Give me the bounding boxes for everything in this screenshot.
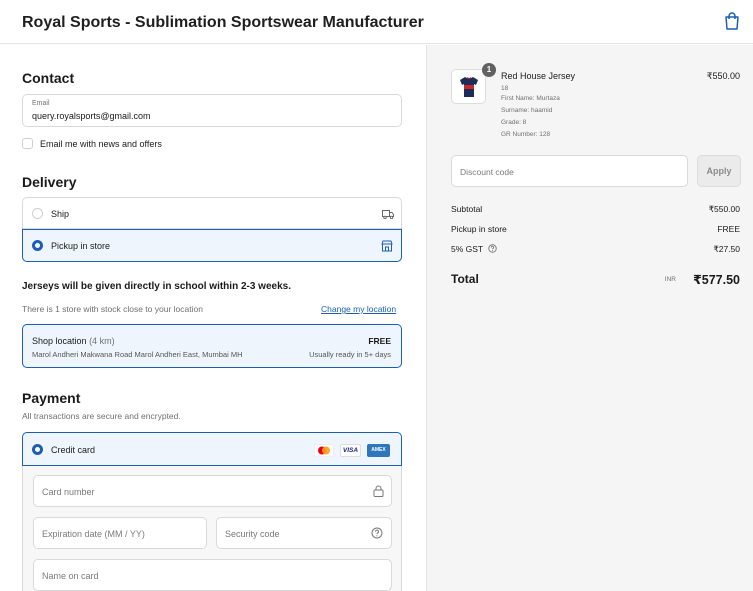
- email-value: query.royalsports@gmail.com: [32, 111, 151, 121]
- jersey-image: [460, 77, 478, 97]
- shop-location-card[interactable]: Shop location (4 km) Marol Andheri Makwa…: [22, 324, 402, 368]
- tax-value: ₹27.50: [713, 244, 740, 254]
- apply-discount-button[interactable]: Apply: [697, 155, 741, 187]
- pickup-cost-label: Pickup in store: [451, 224, 507, 234]
- currency-code: INR: [664, 276, 676, 283]
- payment-subheading: All transactions are secure and encrypte…: [22, 411, 181, 421]
- shop-name: Shop location: [32, 336, 87, 346]
- change-location-link[interactable]: Change my location: [321, 304, 396, 314]
- ship-option[interactable]: Ship: [22, 197, 402, 229]
- credit-card-option[interactable]: Credit card VISA AMEX: [22, 432, 402, 466]
- email-field[interactable]: Email query.royalsports@gmail.com: [22, 94, 402, 127]
- help-circle-icon[interactable]: [371, 527, 383, 539]
- total-label: Total: [451, 272, 479, 286]
- card-number-placeholder: Card number: [42, 487, 95, 497]
- card-form-panel: Card number Expiration date (MM / YY) Se…: [22, 466, 402, 591]
- delivery-note: Jerseys will be given directly in school…: [22, 281, 291, 292]
- discount-code-placeholder: Discount code: [460, 167, 514, 177]
- subtotal-label: Subtotal: [451, 204, 483, 214]
- credit-card-radio[interactable]: [32, 444, 43, 455]
- pickup-option[interactable]: Pickup in store: [22, 229, 402, 262]
- pickup-cost-value: FREE: [717, 224, 740, 234]
- lock-icon: [373, 485, 384, 497]
- security-code-input[interactable]: Security code: [216, 517, 392, 549]
- newsletter-label: Email me with news and offers: [40, 139, 162, 149]
- bag-icon[interactable]: [724, 12, 740, 30]
- ship-label: Ship: [51, 209, 70, 219]
- card-number-input[interactable]: Card number: [33, 475, 392, 507]
- shop-ready-time: Usually ready in 5+ days: [309, 350, 391, 359]
- newsletter-checkbox[interactable]: [22, 138, 33, 149]
- pickup-radio[interactable]: [32, 240, 43, 251]
- security-code-placeholder: Security code: [225, 529, 280, 539]
- store-count-text: There is 1 store with stock close to you…: [22, 304, 203, 314]
- store-title[interactable]: Royal Sports - Sublimation Sportswear Ma…: [22, 14, 424, 32]
- info-icon[interactable]: [488, 244, 497, 253]
- item-quantity-badge: 1: [482, 63, 496, 77]
- item-prop: First Name: Murtaza: [501, 95, 560, 102]
- item-price: ₹550.00: [706, 71, 740, 81]
- shop-address: Marol Andheri Makwana Road Marol Andheri…: [32, 350, 243, 359]
- item-prop: Grade: 8: [501, 119, 527, 126]
- payment-heading: Payment: [22, 390, 81, 406]
- product-thumbnail: [451, 69, 486, 104]
- item-prop: Surname: haamid: [501, 107, 553, 114]
- expiry-input[interactable]: Expiration date (MM / YY): [33, 517, 207, 549]
- total-value: ₹577.50: [693, 273, 740, 287]
- visa-icon: VISA: [340, 444, 361, 457]
- email-label: Email: [32, 100, 50, 107]
- credit-card-label: Credit card: [51, 445, 96, 455]
- item-variant: 18: [501, 85, 509, 92]
- shop-price: FREE: [368, 336, 391, 346]
- item-prop: GR Number: 128: [501, 131, 551, 138]
- truck-icon: [382, 210, 394, 219]
- item-name: Red House Jersey: [501, 71, 576, 81]
- subtotal-value: ₹550.00: [708, 204, 740, 214]
- name-on-card-placeholder: Name on card: [42, 571, 99, 581]
- expiry-placeholder: Expiration date (MM / YY): [42, 529, 145, 539]
- pickup-label: Pickup in store: [51, 241, 111, 251]
- contact-heading: Contact: [22, 70, 75, 86]
- shop-distance: (4 km): [89, 336, 115, 346]
- tax-label: 5% GST: [451, 244, 484, 254]
- delivery-heading: Delivery: [22, 174, 77, 190]
- store-icon: [381, 240, 393, 252]
- amex-icon: AMEX: [367, 444, 390, 457]
- header: Royal Sports - Sublimation Sportswear Ma…: [0, 0, 753, 44]
- discount-code-input[interactable]: Discount code: [451, 155, 688, 187]
- ship-radio[interactable]: [32, 208, 43, 219]
- mastercard-icon: [314, 444, 334, 457]
- order-summary-panel: [426, 45, 753, 591]
- name-on-card-input[interactable]: Name on card: [33, 559, 392, 591]
